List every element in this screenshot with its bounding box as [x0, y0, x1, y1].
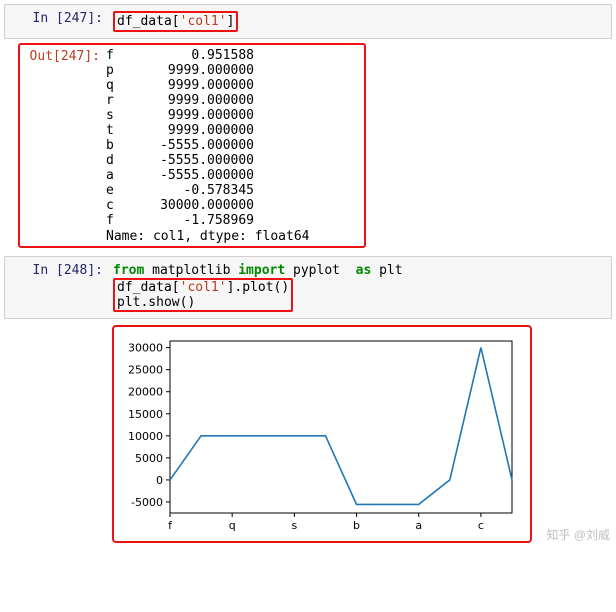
row-key: f — [106, 213, 134, 228]
in-prompt-247: In [247]: — [5, 9, 109, 28]
output-cell-247: Out[247]: f0.951588p9999.000000q9999.000… — [18, 43, 366, 248]
code-text: ] — [227, 14, 235, 29]
x-tick-label: f — [168, 519, 173, 532]
output-row: s9999.000000 — [106, 108, 310, 123]
string-literal: 'col1' — [180, 280, 227, 295]
row-key: p — [106, 63, 134, 78]
row-key: e — [106, 183, 134, 198]
output-row: b-5555.000000 — [106, 138, 310, 153]
row-value: -0.578345 — [134, 183, 254, 198]
plot-frame — [170, 341, 512, 513]
output-row: q9999.000000 — [106, 78, 310, 93]
row-key: b — [106, 138, 134, 153]
x-tick-label: q — [229, 519, 236, 532]
row-key: t — [106, 123, 134, 138]
output-row: r9999.000000 — [106, 93, 310, 108]
x-tick-label: b — [353, 519, 360, 532]
code-text: pyplot — [285, 263, 355, 278]
kw-as: as — [356, 263, 372, 278]
dtype-line: Name: col1, dtype: float64 — [106, 229, 310, 244]
code-text: ].plot() — [227, 280, 290, 295]
row-value: 0.951588 — [134, 48, 254, 63]
y-tick-label: 10000 — [128, 430, 163, 443]
row-key: d — [106, 153, 134, 168]
code-text: df_data[ — [117, 280, 180, 295]
kw-import: import — [238, 263, 285, 278]
output-row: c30000.000000 — [106, 198, 310, 213]
kw-from: from — [113, 263, 144, 278]
row-key: q — [106, 78, 134, 93]
in-prompt-248: In [248]: — [5, 261, 109, 280]
row-value: -5555.000000 — [134, 168, 254, 183]
row-value: 9999.000000 — [134, 123, 254, 138]
output-row: f-1.758969 — [106, 213, 310, 228]
row-value: 9999.000000 — [134, 63, 254, 78]
y-tick-label: 20000 — [128, 386, 163, 399]
output-row: a-5555.000000 — [106, 168, 310, 183]
code-text: df_data[ — [117, 14, 180, 29]
row-key: a — [106, 168, 134, 183]
highlight-box: df_data['col1'] — [113, 11, 238, 32]
code-cell-248[interactable]: In [248]: from matplotlib import pyplot … — [4, 256, 612, 319]
plot-output: -5000 0 5000 10000 15000 20000 25000 30000 f q s b a… — [112, 325, 532, 543]
code-text: plt.show() — [117, 295, 195, 310]
row-value: 9999.000000 — [134, 93, 254, 108]
out-prompt-247: Out[247]: — [26, 47, 106, 66]
watermark: 知乎 @刘威 — [546, 526, 610, 543]
y-tick-label: -5000 — [131, 496, 163, 509]
output-row: t9999.000000 — [106, 123, 310, 138]
row-key: r — [106, 93, 134, 108]
highlight-box: df_data['col1'].plot() plt.show() — [113, 278, 293, 312]
code-text: plt — [371, 263, 402, 278]
row-value: -1.758969 — [134, 213, 254, 228]
output-row: p9999.000000 — [106, 63, 310, 78]
output-row: d-5555.000000 — [106, 153, 310, 168]
y-tick-label: 5000 — [135, 452, 163, 465]
series-line — [170, 348, 512, 505]
code-input-247[interactable]: df_data['col1'] — [109, 9, 611, 34]
row-value: -5555.000000 — [134, 138, 254, 153]
x-tick-label: s — [291, 519, 297, 532]
series-output: f0.951588p9999.000000q9999.000000r9999.0… — [106, 47, 310, 244]
row-value: 9999.000000 — [134, 108, 254, 123]
x-tick-label: a — [415, 519, 422, 532]
row-key: f — [106, 48, 134, 63]
row-key: c — [106, 198, 134, 213]
code-input-248[interactable]: from matplotlib import pyplot as plt df_… — [109, 261, 611, 314]
row-value: -5555.000000 — [134, 153, 254, 168]
output-row: f0.951588 — [106, 48, 310, 63]
output-row: e-0.578345 — [106, 183, 310, 198]
y-tick-label: 30000 — [128, 342, 163, 355]
x-tick-label: c — [478, 519, 484, 532]
row-value: 9999.000000 — [134, 78, 254, 93]
row-key: s — [106, 108, 134, 123]
code-text: matplotlib — [144, 263, 238, 278]
line-chart: -5000 0 5000 10000 15000 20000 25000 30000 f q s b a… — [122, 335, 522, 535]
y-tick-label: 25000 — [128, 364, 163, 377]
string-literal: 'col1' — [180, 14, 227, 29]
row-value: 30000.000000 — [134, 198, 254, 213]
code-cell-247[interactable]: In [247]: df_data['col1'] — [4, 4, 612, 39]
y-tick-label: 0 — [156, 474, 163, 487]
y-tick-label: 15000 — [128, 408, 163, 421]
